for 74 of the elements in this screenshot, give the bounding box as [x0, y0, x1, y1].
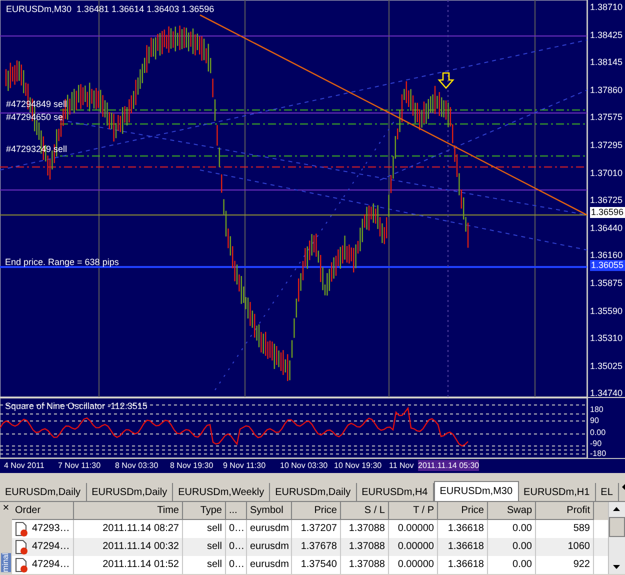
price-label: 1.34740 [590, 388, 623, 400]
price-label: 1.36440 [590, 222, 623, 234]
table-cell: 1.37088 [341, 556, 389, 574]
table-cell: eurusdm [247, 538, 292, 556]
cursor-time-label: 2011.11.14 05:30 [418, 460, 480, 471]
table-cell: 0… [226, 538, 247, 556]
table-cell: 1060 [536, 538, 594, 556]
chart-tab[interactable]: EURUSDm,M30 [434, 481, 519, 501]
price-label: 1.36160 [590, 250, 623, 262]
current-price-label: 1.36596 [590, 207, 625, 218]
column-header[interactable]: ... [226, 502, 247, 520]
price-label: 1.37295 [590, 140, 623, 151]
price-label: 1.37010 [590, 168, 623, 179]
table-cell-text: 47294… [32, 558, 70, 572]
arrow-down-icon [438, 72, 454, 89]
price-label: 1.37860 [590, 84, 623, 96]
table-cell-text: 47293… [32, 522, 70, 536]
column-header[interactable]: T / P [389, 502, 438, 520]
time-label: 8 Nov 03:30 [115, 460, 158, 471]
price-label: 1.37575 [590, 112, 623, 124]
table-cell: 0.00 [488, 538, 536, 556]
scrollbar[interactable] [608, 502, 625, 574]
column-header[interactable]: Order [12, 502, 74, 520]
price-label: 1.35875 [590, 278, 623, 289]
table-cell: sell [183, 538, 226, 556]
time-label: 10 Nov 19:30 [334, 460, 382, 471]
column-header[interactable]: Price [438, 502, 488, 520]
oscillator-label: -180 [590, 450, 606, 458]
range-label: End price. Range = 638 pips [5, 257, 119, 268]
panel-label: minal [1, 552, 11, 572]
price-label: 1.35025 [590, 360, 623, 372]
time-label: 4 Nov 2011 [4, 460, 44, 471]
time-label: 7 Nov 11:30 [58, 460, 101, 471]
column-header[interactable]: S / L [341, 502, 389, 520]
time-label: 10 Nov 03:30 [280, 460, 328, 471]
oscillator-label: 0.00 [590, 429, 606, 437]
table-cell: 1.37088 [341, 538, 389, 556]
table-cell: 0.00000 [389, 556, 438, 574]
time-label: 9 Nov 11:30 [223, 460, 266, 471]
table-cell: 0… [226, 556, 247, 574]
column-header[interactable]: Type [183, 502, 226, 520]
table-cell: 2011.11.14 01:52 [74, 556, 183, 574]
time-label: 11 Nov [389, 460, 414, 471]
column-header[interactable]: Profit [536, 502, 594, 520]
close-button[interactable]: × [2, 502, 10, 514]
table-cell: sell [183, 556, 226, 574]
price-label: 1.38710 [590, 2, 623, 13]
line-price-label: 1.36055 [590, 260, 625, 271]
time-label: 8 Nov 19:30 [170, 460, 214, 471]
table-cell-text: 47294… [32, 540, 70, 554]
price-label: 1.38145 [590, 57, 623, 68]
order-icon [15, 540, 28, 554]
price-label: 1.36725 [590, 195, 623, 206]
table-cell: 1.37540 [292, 556, 341, 574]
column-header[interactable]: Time [74, 502, 183, 520]
price-label: 1.38425 [590, 30, 623, 41]
table-cell: eurusdm [247, 556, 292, 574]
oscillator-label: -90 [590, 440, 602, 448]
table-cell: 1.36618 [438, 556, 488, 574]
oscillator-label: 180 [590, 406, 604, 414]
table-cell: 0.00000 [389, 538, 438, 556]
table-cell: 2011.11.14 00:32 [74, 538, 183, 556]
table-cell: 1.37678 [292, 538, 341, 556]
table-cell: 922 [536, 556, 594, 574]
column-header[interactable]: Price [292, 502, 341, 520]
order-icon [15, 522, 28, 536]
column-header[interactable]: Symbol [247, 502, 292, 520]
table-cell: 0.00 [488, 556, 536, 574]
price-label: 1.35310 [590, 333, 623, 344]
column-header[interactable]: Swap [488, 502, 536, 520]
chart-title: EURUSDm,M30 1.36481 1.36614 1.36403 1.36596 [6, 4, 214, 15]
price-label: 1.35590 [590, 306, 623, 317]
oscillator-label: 90 [590, 417, 599, 425]
table-cell: 1.36618 [438, 538, 488, 556]
